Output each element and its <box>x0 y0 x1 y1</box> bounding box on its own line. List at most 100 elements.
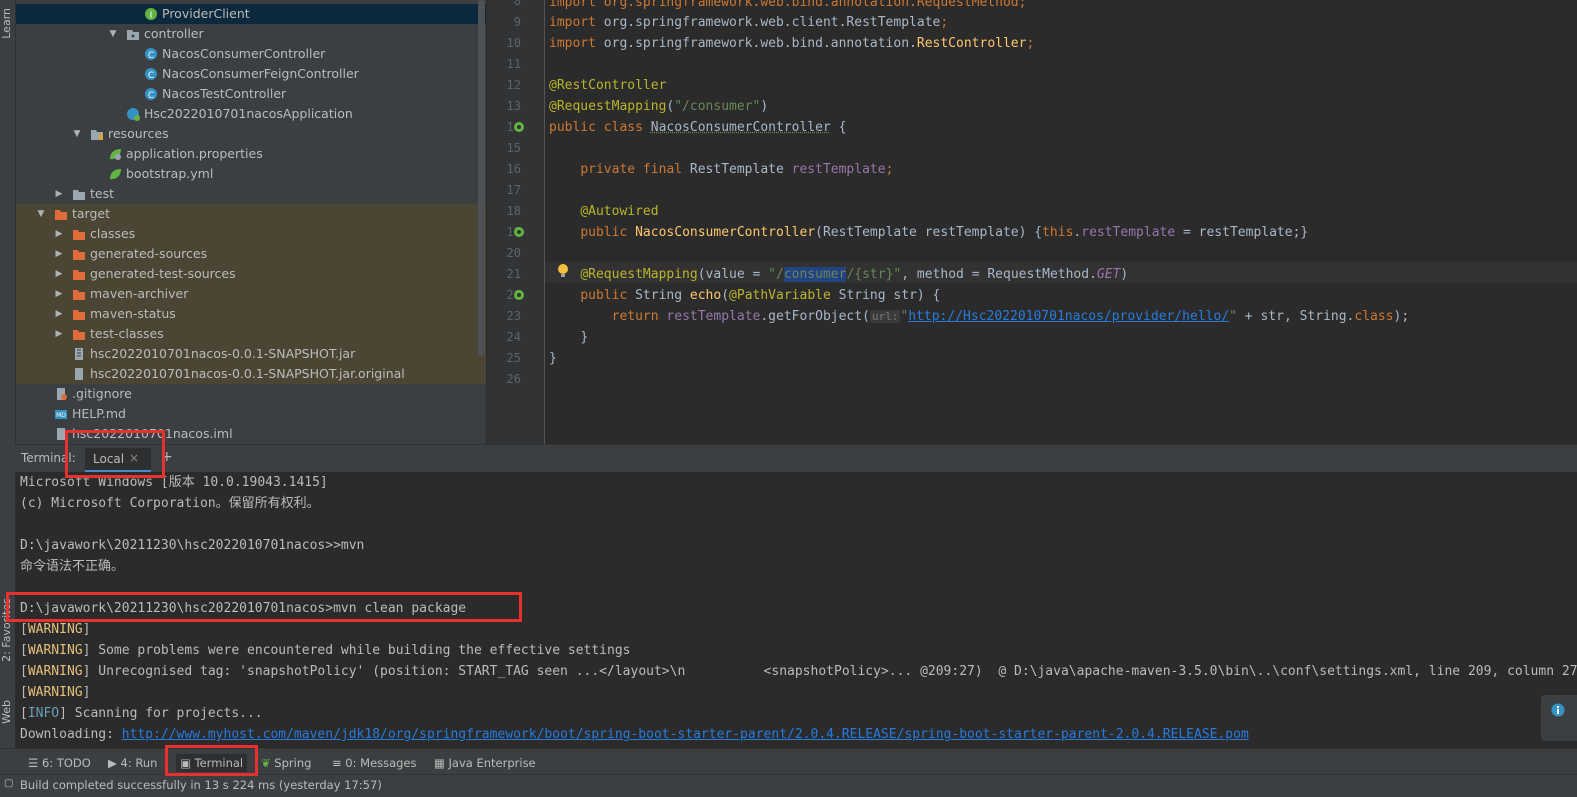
excluded-folder-icon <box>72 327 86 341</box>
spring-bean-gutter-icon[interactable] <box>513 121 525 133</box>
tree-item[interactable]: hsc2022010701nacos-0.0.1-SNAPSHOT.jar.or… <box>16 364 486 384</box>
line-number: 13 <box>487 99 521 113</box>
tree-scrollbar[interactable] <box>478 0 485 356</box>
tree-item[interactable]: ▶ classes <box>16 224 486 244</box>
tree-item[interactable]: I ProviderClient <box>16 4 486 24</box>
spring-icon: ❦ <box>261 756 274 770</box>
tree-item[interactable]: ▶ maven-archiver <box>16 284 486 304</box>
tree-item[interactable]: bootstrap.yml <box>16 164 486 184</box>
collapse-arrow-icon[interactable]: ▶ <box>53 304 65 324</box>
status-icon[interactable]: ▢ <box>4 778 13 789</box>
code-token: /{str}" <box>846 267 901 282</box>
expand-arrow-icon[interactable]: ▼ <box>107 24 119 44</box>
parameter-hint: url: <box>870 310 901 323</box>
run-label: 4: Run <box>121 756 158 770</box>
resources-folder-icon <box>90 127 104 141</box>
tree-item-label: bootstrap.yml <box>126 164 213 184</box>
status-text: Build completed successfully in 13 s 224… <box>20 778 382 792</box>
tree-item[interactable]: ▼ resources <box>16 124 486 144</box>
info-notification[interactable] <box>1541 695 1577 741</box>
collapse-arrow-icon[interactable]: ▶ <box>53 244 65 264</box>
expand-arrow-icon[interactable]: ▼ <box>35 204 47 224</box>
terminal-line: D:\javawork\20211230\hsc2022010701nacos>… <box>20 535 364 556</box>
tree-item[interactable]: C NacosConsumerController <box>16 44 486 64</box>
code-token: public <box>580 225 635 240</box>
code-token: import org.springframework.web.bind.anno… <box>549 0 1026 10</box>
code-line-22: public String echo(@PathVariable String … <box>549 285 940 306</box>
spring-bean-gutter-icon[interactable] <box>513 289 525 301</box>
tree-item[interactable]: ▶ test <box>16 184 486 204</box>
collapse-arrow-icon[interactable]: ▶ <box>53 284 65 304</box>
tree-item-label: generated-test-sources <box>90 264 236 284</box>
line-number: 21 <box>487 267 521 281</box>
spring-bean-gutter-icon[interactable] <box>513 226 525 238</box>
jar-icon <box>72 347 86 361</box>
interface-icon: I <box>144 7 158 21</box>
tree-item[interactable]: ▼ target <box>16 204 486 224</box>
tree-item-label: hsc2022010701nacos-0.0.1-SNAPSHOT.jar.or… <box>90 364 405 384</box>
tree-item[interactable]: ▼ controller <box>16 24 486 44</box>
tree-item-label: HELP.md <box>72 404 126 424</box>
web-tab[interactable]: Web <box>0 700 15 724</box>
code-token: restTemplate <box>792 162 886 177</box>
tree-item[interactable]: MD HELP.md <box>16 404 486 424</box>
tree-item[interactable]: application.properties <box>16 144 486 164</box>
todo-label: 6: TODO <box>42 756 91 770</box>
spring-label: Spring <box>274 756 311 770</box>
tree-item[interactable]: ▶ maven-status <box>16 304 486 324</box>
code-token: import <box>549 36 604 51</box>
terminal-header: Terminal: Local × + <box>15 444 1577 473</box>
code-line-23: return restTemplate.getForObject(url: "ht… <box>549 306 1409 327</box>
highlight-box-local-tab <box>65 430 165 478</box>
expand-arrow-icon[interactable]: ▼ <box>71 124 83 144</box>
learn-tab[interactable]: Learn <box>0 8 15 39</box>
terminal-line: Downloading: http://www.myhost.com/maven… <box>20 724 1249 745</box>
gitignore-icon <box>54 387 68 401</box>
url-link[interactable]: http://Hsc2022010701nacos/provider/hello… <box>908 309 1229 324</box>
warning-tag: WARNING <box>28 643 83 658</box>
selected-text: consumer <box>784 267 847 282</box>
line-number: 9 <box>487 15 521 29</box>
warning-tag: WARNING <box>28 622 83 637</box>
todo-tab[interactable]: ☰ 6: TODO <box>28 754 91 772</box>
tree-item[interactable]: C NacosTestController <box>16 84 486 104</box>
tree-item[interactable]: .gitignore <box>16 384 486 404</box>
class-icon: C <box>144 47 158 61</box>
folder-icon <box>72 187 86 201</box>
info-icon[interactable] <box>1551 703 1565 717</box>
tree-item[interactable]: hsc2022010701nacos-0.0.1-SNAPSHOT.jar <box>16 344 486 364</box>
java-enterprise-tab[interactable]: ▦ Java Enterprise <box>434 754 536 772</box>
collapse-arrow-icon[interactable]: ▶ <box>53 184 65 204</box>
tree-item[interactable]: C NacosConsumerFeignController <box>16 64 486 84</box>
tree-item-label: resources <box>108 124 169 144</box>
code-token: NacosConsumerController <box>635 225 815 240</box>
tree-item-label: generated-sources <box>90 244 207 264</box>
tree-item-label: hsc2022010701nacos-0.0.1-SNAPSHOT.jar <box>90 344 355 364</box>
code-editor[interactable]: 8 9 10 11 12 13 14 15 16 17 18 19 20 21 … <box>487 0 1577 444</box>
line-number: 17 <box>487 183 521 197</box>
code-line-9: import org.springframework.web.client.Re… <box>549 12 948 33</box>
collapse-arrow-icon[interactable]: ▶ <box>53 224 65 244</box>
tree-item-label: controller <box>144 24 204 44</box>
collapse-arrow-icon[interactable]: ▶ <box>53 264 65 284</box>
collapse-arrow-icon[interactable]: ▶ <box>53 324 65 344</box>
tree-item[interactable]: ▶ test-classes <box>16 324 486 344</box>
messages-icon: ≡ <box>332 756 345 770</box>
tree-item[interactable]: ▶ generated-test-sources <box>16 264 486 284</box>
code-token: (value = <box>698 267 768 282</box>
svg-text:I: I <box>150 11 153 21</box>
tree-item[interactable]: ▶ generated-sources <box>16 244 486 264</box>
tree-item-label: test <box>90 184 114 204</box>
spring-tab[interactable]: ❦ Spring <box>261 754 311 772</box>
messages-tab[interactable]: ≡ 0: Messages <box>332 754 417 772</box>
download-link[interactable]: http://www.myhost.com/maven/jdk18/org/sp… <box>122 727 1249 742</box>
line-number: 16 <box>487 162 521 176</box>
line-number: 23 <box>487 309 521 323</box>
run-tab[interactable]: ▶ 4: Run <box>108 754 157 772</box>
tree-item[interactable]: Hsc2022010701nacosApplication <box>16 104 486 124</box>
code-line-13: @RequestMapping("/consumer") <box>549 96 768 117</box>
tree-item-label: Hsc2022010701nacosApplication <box>144 104 353 124</box>
warning-tag: WARNING <box>28 685 83 700</box>
terminal-text: Some problems were encountered while bui… <box>90 643 630 658</box>
line-number: 12 <box>487 78 521 92</box>
